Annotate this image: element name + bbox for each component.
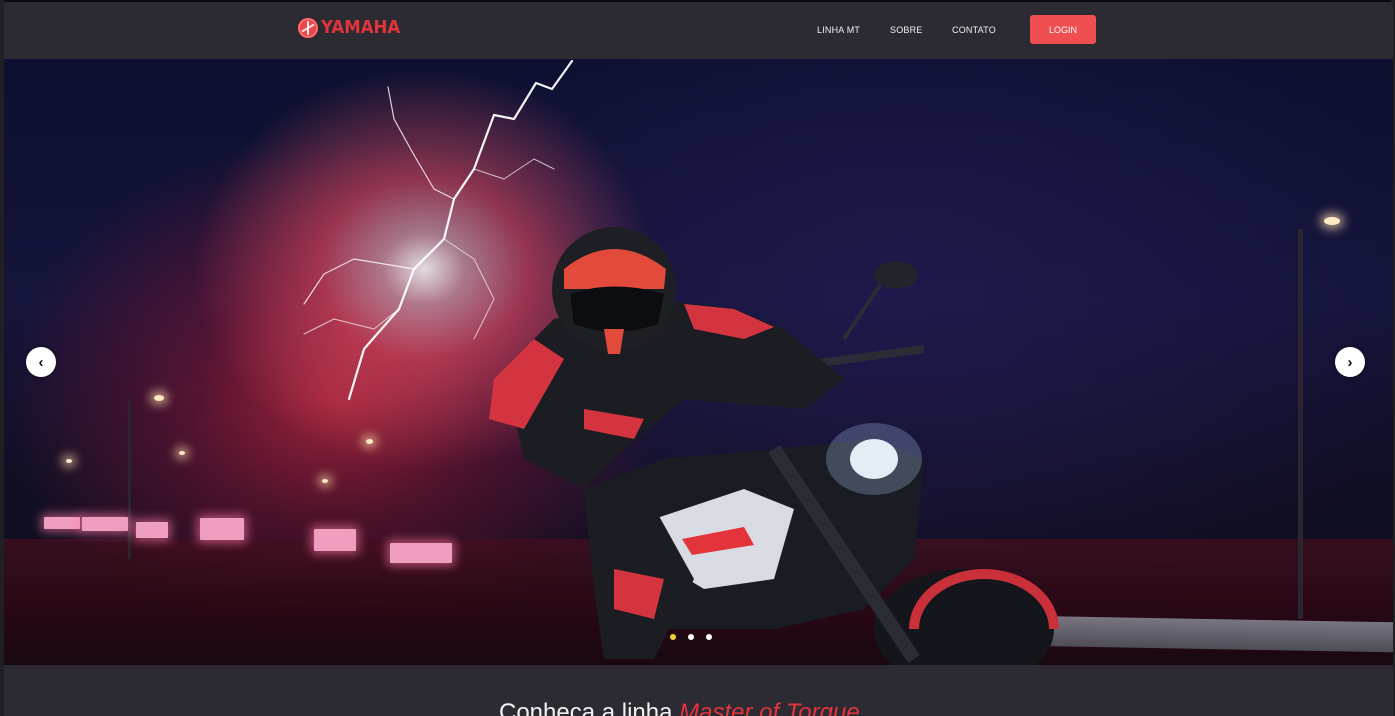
site-header: YAMAHA LINHA MT SOBRE CONTATO LOGIN [4,2,1393,59]
motorcycle-rider [489,227,1059,665]
page: YAMAHA LINHA MT SOBRE CONTATO LOGIN ‹ › … [0,0,1395,716]
carousel-prev-button[interactable]: ‹ [26,347,56,377]
yamaha-tuning-fork-icon [298,17,318,38]
chevron-left-icon: ‹ [38,353,44,371]
carousel-dot-2[interactable] [688,634,694,640]
chevron-right-icon: › [1347,353,1353,371]
carousel-indicators [670,634,712,640]
section-title-accent: Master of Torque [679,699,860,716]
intro-section: Conheça a linha Master of Torque [4,665,1393,716]
carousel-next-button[interactable]: › [1335,347,1365,377]
login-button[interactable]: LOGIN [1030,15,1096,44]
carousel-dot-3[interactable] [706,634,712,640]
nav-link-linha-mt[interactable]: LINHA MT [817,25,860,35]
hero-carousel: ‹ › [4,59,1393,665]
carousel-dot-1[interactable] [670,634,676,640]
nav-link-contato[interactable]: CONTATO [952,25,996,35]
section-title-prefix: Conheça a linha [499,699,680,716]
nav-link-sobre[interactable]: SOBRE [890,25,923,35]
brand-logo[interactable]: YAMAHA [298,17,407,38]
brand-name: YAMAHA [321,17,401,38]
section-title: Conheça a linha Master of Torque [499,699,860,716]
